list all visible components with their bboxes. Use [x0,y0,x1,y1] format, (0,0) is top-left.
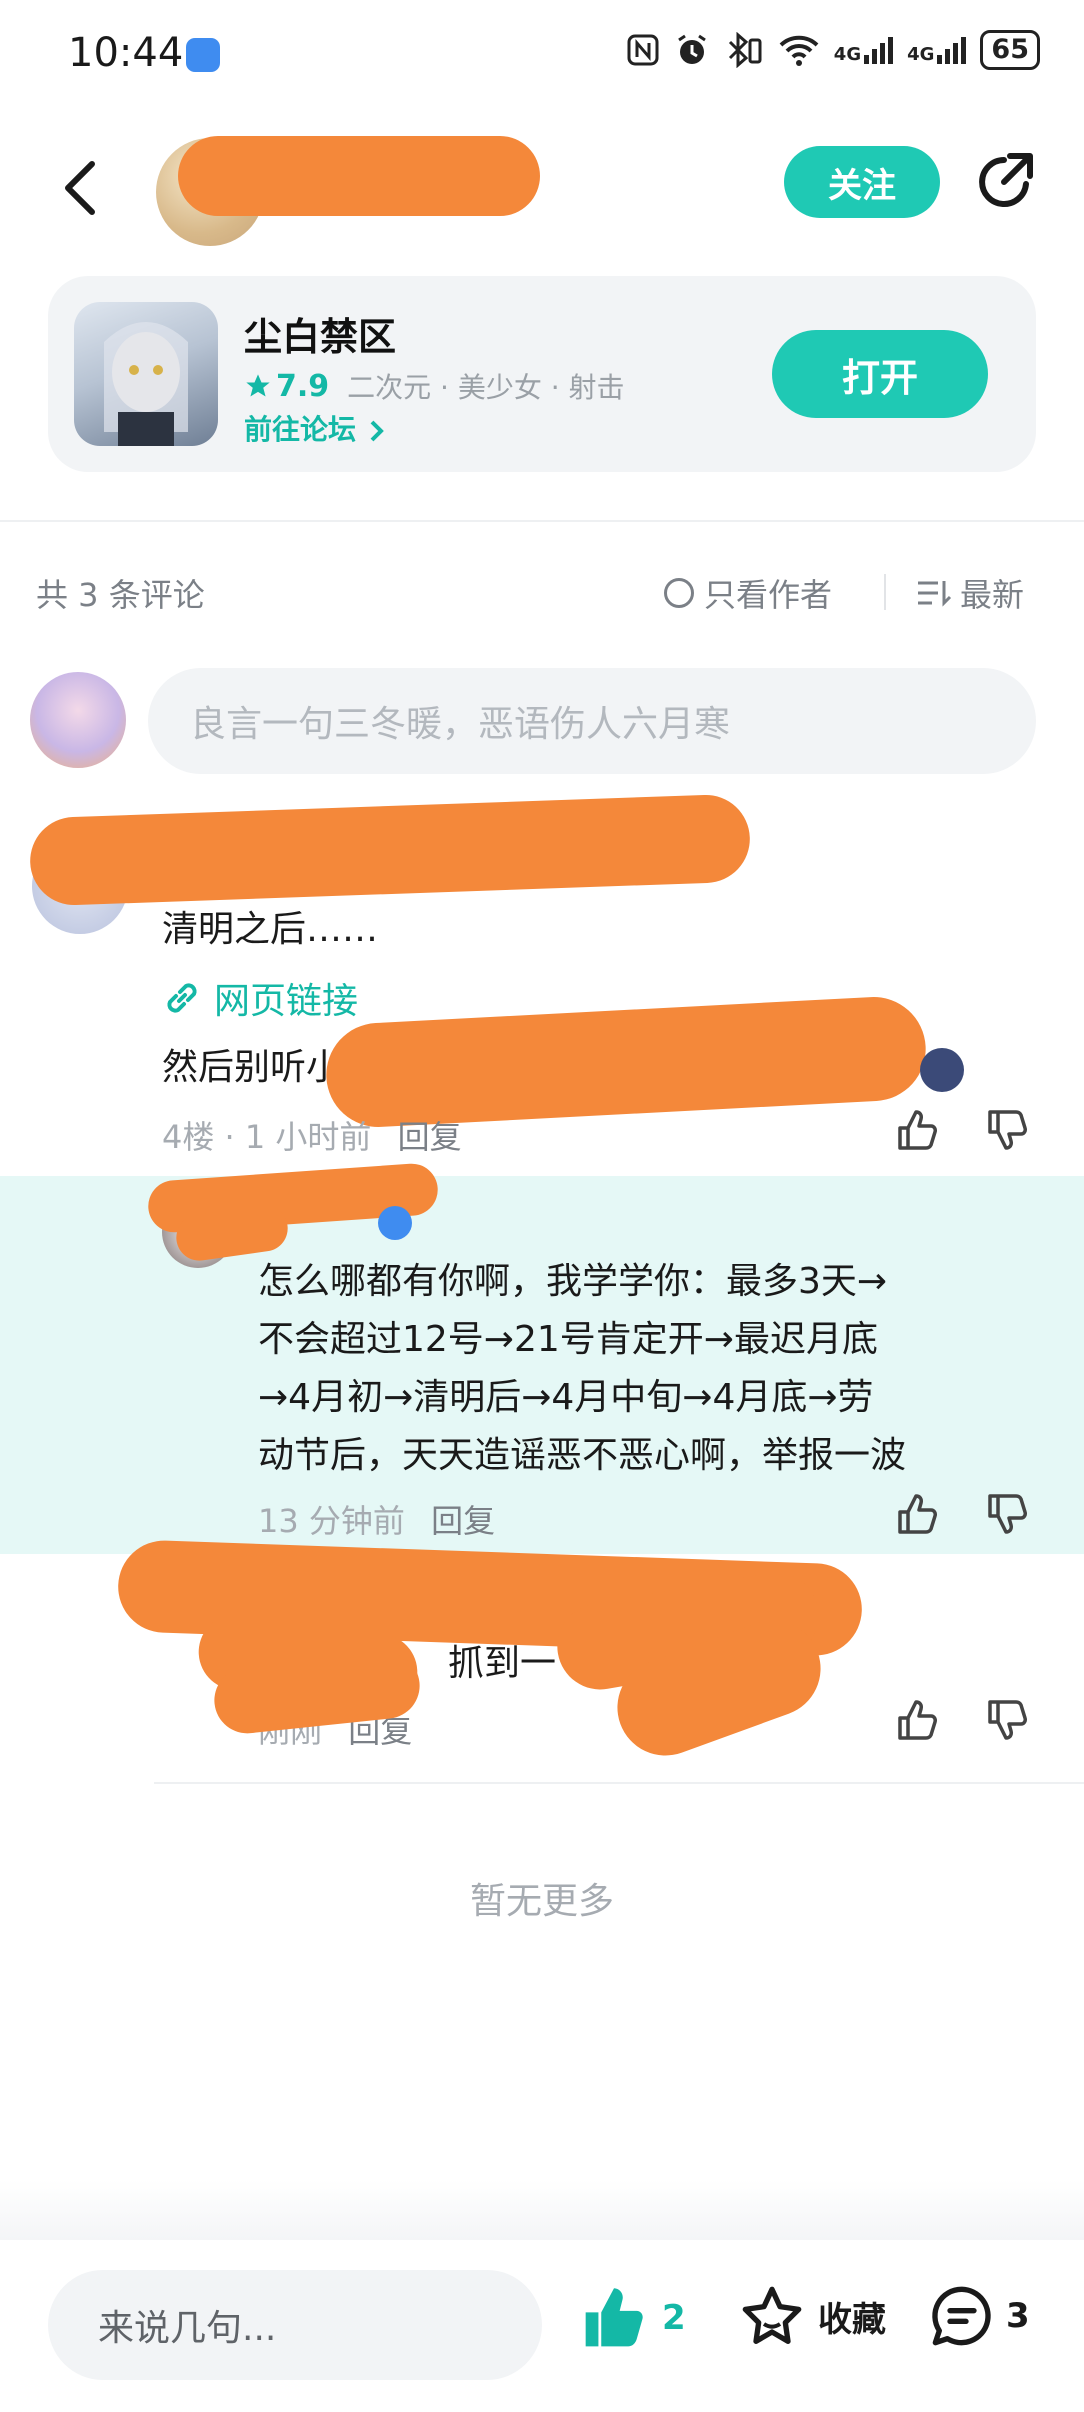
forum-link-label: 前往论坛 [244,413,357,446]
game-icon [74,302,218,446]
game-title: 尘白禁区 [244,315,397,359]
network-label: 4G [833,44,862,65]
bottom-action-bar: 来说几句... 2 收藏 3 [0,2240,1084,2412]
share-icon[interactable] [974,150,1038,214]
no-more-label: 暂无更多 [469,1881,614,1922]
comment-total: 3 [1006,2296,1030,2336]
chat-bubble-icon [932,2286,991,2346]
open-game-button[interactable]: 打开 [772,330,988,418]
list-end-divider [154,1782,1084,1784]
reply-text-line: 不会超过12号→21号肯定开→最迟月底 [258,1319,878,1360]
star-icon [246,374,270,397]
4g-signal-icon-2: 4G [907,35,967,65]
star-outline-icon [742,2286,802,2344]
comment-text: 清明之后…… [162,909,379,950]
bluetooth-icon [728,32,762,68]
thumbs-down-icon[interactable] [984,1696,1032,1744]
like-button[interactable]: 2 [580,2284,686,2352]
status-bar: 10:44 4G 4G 65 [0,0,1084,110]
status-time: 10:44 [68,30,184,76]
favorite-button[interactable]: 收藏 [740,2284,886,2348]
game-meta: 7.9 二次元 · 美少女 · 射击 [244,366,625,406]
sort-icon [918,581,952,607]
thumbs-down-icon[interactable] [984,1490,1032,1538]
nfc-icon [627,34,659,66]
my-avatar [30,672,126,768]
follow-button[interactable]: 关注 [784,146,940,218]
game-rating: 7.9 [244,369,329,404]
thumbs-up-filled-icon [585,2288,643,2347]
thumbs-down-icon[interactable] [984,1106,1032,1154]
reply-text-line: →4月初→清明后→4月中旬→4月底→劳 [258,1377,874,1418]
web-link[interactable]: 网页链接 [162,972,358,1024]
comment-count: 共 3 条评论 [36,576,205,614]
only-author-label: 只看作者 [704,576,833,614]
redaction-mark [178,136,540,216]
reply-link[interactable]: 回复 [431,1502,495,1540]
reply-text-line: 怎么哪都有你啊，我学学你：最多3天→ [258,1261,888,1302]
redaction-mark [28,793,752,907]
battery-indicator: 65 [980,30,1040,70]
comment-floor-time: 4楼 · 1 小时前 [162,1118,372,1156]
wifi-icon [779,35,819,66]
redaction-mark [323,994,929,1130]
thumbs-up-icon[interactable] [894,1696,942,1744]
emoji-sticker [920,1048,964,1092]
4g-signal-icon: 4G [833,35,894,65]
comments-toolbar: 共 3 条评论 只看作者 最新 [0,556,1084,626]
alarm-icon [677,34,706,64]
bottom-fade [0,2180,1084,2240]
comment-meta: 4楼 · 1 小时前 回复 [162,1112,462,1158]
rating-value: 7.9 [276,368,330,404]
radio-icon [664,578,694,608]
section-divider [0,520,1084,522]
game-card[interactable]: 尘白禁区 7.9 二次元 · 美少女 · 射击 前往论坛 打开 [48,276,1036,472]
game-tags: 二次元 · 美少女 · 射击 [347,371,625,404]
like-count: 2 [662,2298,686,2338]
thumbs-up-icon[interactable] [894,1106,942,1154]
only-author-toggle[interactable]: 只看作者 [664,570,832,616]
clock-app-icon [186,38,220,72]
sort-toggle[interactable]: 最新 [916,570,1024,616]
forum-link[interactable]: 前往论坛 [244,408,388,448]
post-header: 关注 [0,120,1084,250]
sort-label: 最新 [960,576,1025,614]
link-icon [167,983,197,1013]
reply-text-line: 动节后，天天造谣恶不恶心啊，举报一波 [258,1435,907,1476]
status-icons: 4G 4G 65 [626,30,1040,70]
chevron-right-icon [370,420,384,442]
back-arrow-icon[interactable] [58,158,102,218]
comments-button[interactable]: 3 [930,2284,1030,2348]
reply-link[interactable]: 回复 [398,1118,462,1156]
verified-badge [378,1206,412,1240]
web-link-label: 网页链接 [214,981,359,1022]
comment-input[interactable]: 良言一句三冬暖，恶语伤人六月寒 [148,668,1036,774]
thumbs-up-icon[interactable] [894,1490,942,1538]
toolbar-separator [884,574,886,610]
favorite-label: 收藏 [818,2299,886,2340]
comment-text: 然后别听小 [162,1047,343,1088]
bottom-comment-input[interactable]: 来说几句... [48,2270,542,2380]
reply-time: 13 分钟前 [258,1502,405,1540]
network-label-2: 4G [907,44,935,65]
reply-meta: 13 分钟前 回复 [258,1496,495,1542]
